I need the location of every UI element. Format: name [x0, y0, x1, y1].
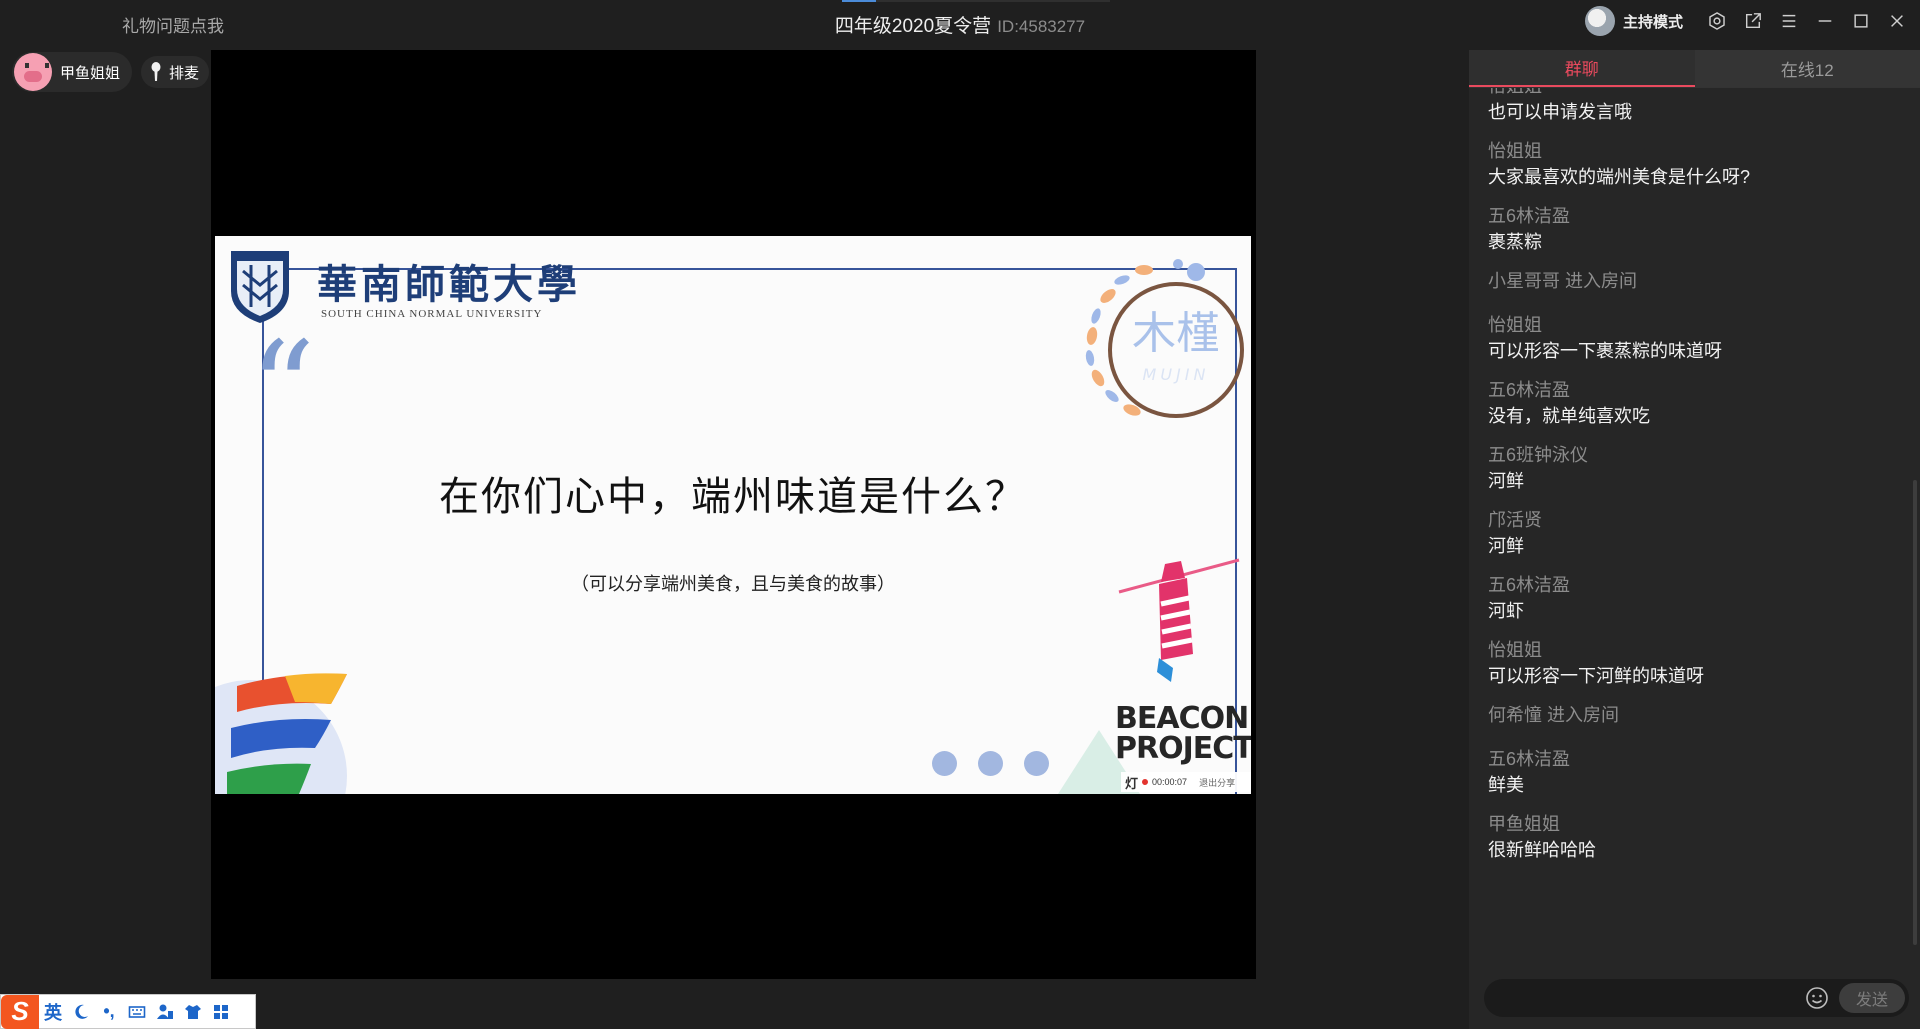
- decor-dot: [1024, 751, 1049, 776]
- host-mode-button[interactable]: 主持模式: [1623, 11, 1683, 32]
- send-button[interactable]: 发送: [1839, 983, 1905, 1013]
- sogou-logo-icon[interactable]: S: [1, 994, 39, 1029]
- message-text: 鲜美: [1488, 775, 1524, 795]
- message-sender: 怡姐姐: [1488, 88, 1920, 99]
- mic-queue-button[interactable]: 排麦: [141, 56, 210, 88]
- user-icon[interactable]: [151, 998, 179, 1026]
- lamp-label: 灯: [1125, 775, 1139, 791]
- mic-queue-label: 排麦: [169, 64, 200, 82]
- chat-input-row: 发送: [1484, 979, 1909, 1017]
- university-english-name: SOUTH CHINA NORMAL UNIVERSITY: [321, 308, 543, 320]
- message-sender: 五6林洁盈: [1488, 380, 1571, 400]
- stop-sharing-button[interactable]: 退出分享: [1199, 776, 1235, 789]
- skin-shirt-icon[interactable]: [179, 998, 207, 1026]
- system-notice: 何希憧 进入房间: [1488, 705, 1620, 725]
- message-sender: 五6林洁盈: [1488, 575, 1571, 595]
- message-sender: 邝活贤: [1488, 510, 1542, 530]
- chat-message: 五6班钟泳仪 河鲜: [1488, 443, 1920, 494]
- message-sender: 五6班钟泳仪: [1488, 445, 1589, 465]
- chat-scrollbar[interactable]: [1913, 480, 1917, 945]
- share-icon[interactable]: [1742, 10, 1764, 32]
- message-sender: 五6林洁盈: [1488, 749, 1571, 769]
- speaker-pill[interactable]: 甲鱼姐姐: [12, 52, 133, 92]
- message-sender: 五6林洁盈: [1488, 206, 1571, 226]
- chat-tabs: 群聊 在线12: [1469, 50, 1920, 88]
- ime-toolbar: S 英 •,: [0, 994, 256, 1029]
- tab-group-chat[interactable]: 群聊: [1469, 50, 1695, 87]
- microphone-icon: [151, 62, 161, 81]
- settings-icon[interactable]: [1706, 10, 1728, 32]
- chat-message: 甲鱼姐姐 很新鲜哈哈哈: [1488, 812, 1920, 863]
- chat-panel: 群聊 在线12 怡姐姐 也可以申请发言哦 怡姐姐 大家最喜欢的端州美食是什么呀?…: [1469, 50, 1920, 1029]
- message-sender: 怡姐姐: [1488, 315, 1542, 335]
- moon-icon[interactable]: [67, 998, 95, 1026]
- message-text: 河鲜: [1488, 471, 1524, 491]
- mujin-seal-logo: 木槿 MUJIN: [1085, 259, 1244, 418]
- speaker-avatar: [14, 53, 52, 91]
- message-text: 裹蒸粽: [1488, 232, 1542, 252]
- shared-slide: 華南師範大學 SOUTH CHINA NORMAL UNIVERSITY “ 木…: [215, 236, 1251, 794]
- system-notice: 小星哥哥 进入房间: [1488, 271, 1638, 291]
- decorative-dots: [932, 751, 1049, 776]
- message-text: 河虾: [1488, 601, 1524, 621]
- chat-message: 怡姐姐 也可以申请发言哦: [1488, 88, 1920, 125]
- chat-message-list[interactable]: 怡姐姐 也可以申请发言哦 怡姐姐 大家最喜欢的端州美食是什么呀? 五6林洁盈 裹…: [1469, 88, 1920, 993]
- recording-timer: 00:00:07: [1152, 777, 1188, 787]
- message-text: 很新鲜哈哈哈: [1488, 840, 1596, 860]
- message-text: 可以形容一下裹蒸粽的味道呀: [1488, 341, 1722, 361]
- ime-punctuation-toggle[interactable]: •,: [95, 998, 123, 1026]
- emoji-icon[interactable]: [1805, 986, 1829, 1010]
- slide-subquestion: （可以分享端州美食，且与美食的故事）: [571, 574, 895, 595]
- speaker-name: 甲鱼姐姐: [60, 64, 121, 82]
- host-avatar[interactable]: [1584, 6, 1615, 36]
- keyboard-icon[interactable]: [123, 998, 151, 1026]
- share-recording-bar: 灯 00:00:07 退出分享: [1121, 772, 1251, 792]
- message-text: 大家最喜欢的端州美食是什么呀?: [1488, 167, 1751, 187]
- chat-input[interactable]: [1484, 979, 1805, 1017]
- chat-message: 五6林洁盈 裹蒸粽: [1488, 204, 1920, 255]
- window-controls: 主持模式: [1584, 6, 1920, 36]
- title-bar: 礼物问题点我 四年级2020夏令营 ID:4583277 主持模式: [0, 0, 1920, 42]
- message-text: 没有，就单纯喜欢吃: [1488, 406, 1650, 426]
- message-text: 河鲜: [1488, 536, 1524, 556]
- toolbox-grid-icon[interactable]: [207, 998, 235, 1026]
- chat-message: 怡姐姐 大家最喜欢的端州美食是什么呀?: [1488, 139, 1920, 190]
- menu-icon[interactable]: [1778, 10, 1800, 32]
- chat-message: 怡姐姐 可以形容一下裹蒸粽的味道呀: [1488, 313, 1920, 364]
- chat-message: 怡姐姐 可以形容一下河鲜的味道呀: [1488, 638, 1920, 689]
- decor-dot: [932, 751, 957, 776]
- ribbon-flag-graphic: [215, 673, 347, 794]
- message-text: 可以形容一下河鲜的味道呀: [1488, 666, 1704, 686]
- university-name: 華南師範大學: [317, 261, 581, 308]
- tab-online-users[interactable]: 在线12: [1694, 50, 1920, 87]
- message-text: 也可以申请发言哦: [1488, 102, 1632, 122]
- chat-message: 邝活贤 河鲜: [1488, 508, 1920, 559]
- minimize-icon[interactable]: [1814, 10, 1836, 32]
- gift-help-link[interactable]: 礼物问题点我: [122, 12, 224, 37]
- video-stage: 華南師範大學 SOUTH CHINA NORMAL UNIVERSITY “ 木…: [211, 50, 1256, 979]
- recording-dot-icon: [1142, 779, 1149, 785]
- slide-question: 在你们心中，端州味道是什么？: [439, 474, 1027, 520]
- message-sender: 怡姐姐: [1488, 640, 1542, 660]
- room-name: 四年级2020夏令营: [834, 16, 992, 37]
- chat-message: 五6林洁盈 河虾: [1488, 573, 1920, 624]
- ime-language-toggle[interactable]: 英: [39, 998, 67, 1026]
- room-id: ID:4583277: [997, 17, 1086, 36]
- close-icon[interactable]: [1886, 10, 1908, 32]
- chat-message: 五6林洁盈 没有，就单纯喜欢吃: [1488, 378, 1920, 429]
- maximize-icon[interactable]: [1850, 10, 1872, 32]
- message-sender: 怡姐姐: [1488, 141, 1542, 161]
- lighthouse-logo: [1118, 558, 1240, 682]
- message-sender: 甲鱼姐姐: [1488, 814, 1560, 834]
- chat-message: 五6林洁盈 鲜美: [1488, 747, 1920, 798]
- loading-indicator: [842, 0, 1110, 2]
- seal-text: 木槿: [1132, 308, 1220, 359]
- seal-subtext: MUJIN: [1143, 365, 1210, 384]
- decor-dot: [978, 751, 1003, 776]
- quote-mark: “: [249, 313, 316, 465]
